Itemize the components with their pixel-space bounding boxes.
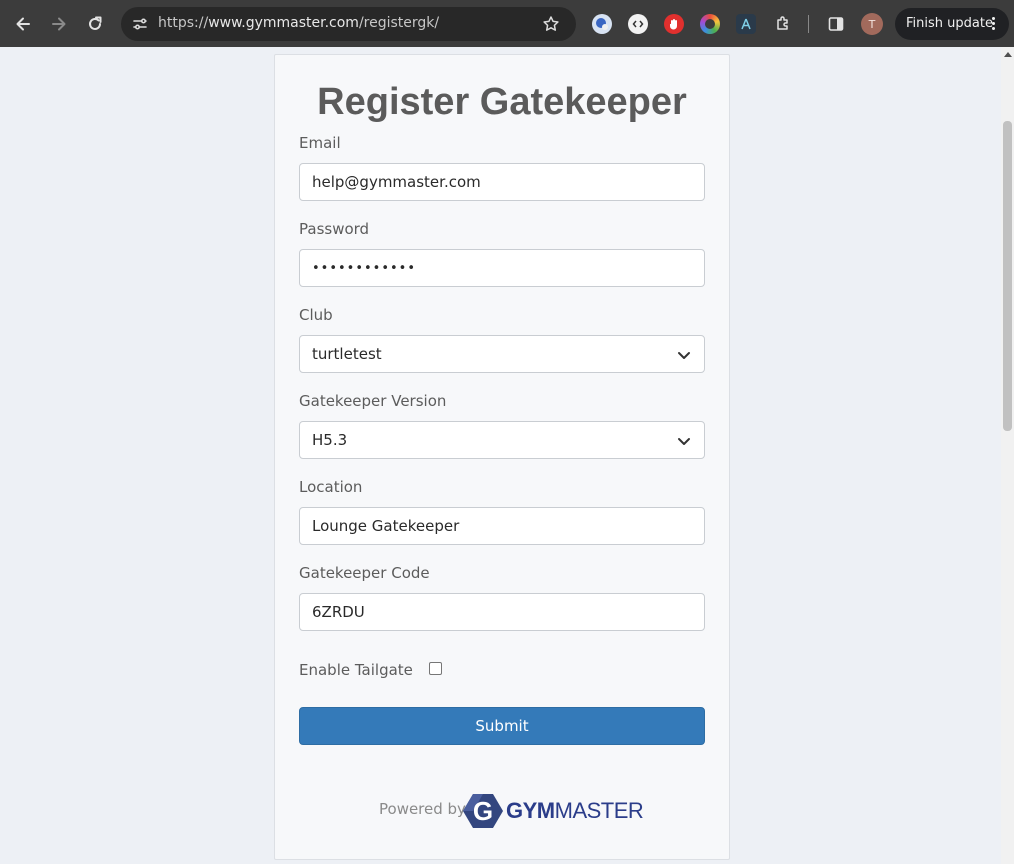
location-value: Lounge Gatekeeper bbox=[312, 517, 460, 535]
email-label: Email bbox=[299, 134, 341, 152]
club-value: turtletest bbox=[312, 345, 382, 363]
club-select[interactable]: turtletest bbox=[299, 335, 705, 373]
scroll-thumb[interactable] bbox=[1003, 121, 1012, 431]
url-path: /registergk/ bbox=[358, 15, 440, 31]
password-field[interactable]: •••••••••••• bbox=[299, 249, 705, 287]
gymmaster-hexagon-icon: G bbox=[463, 794, 503, 828]
location-label: Location bbox=[299, 478, 363, 496]
url-prefix: https:// bbox=[158, 15, 209, 31]
gymmaster-logo: G GYMMASTER bbox=[463, 791, 644, 831]
submit-button[interactable]: Submit bbox=[299, 707, 705, 745]
code-extension-icon[interactable] bbox=[628, 14, 648, 34]
version-select[interactable]: H5.3 bbox=[299, 421, 705, 459]
code-value: 6ZRDU bbox=[312, 603, 365, 621]
profile-avatar[interactable]: T bbox=[861, 13, 883, 35]
logo-gym: GYM bbox=[506, 798, 555, 823]
password-value: •••••••••••• bbox=[312, 261, 417, 276]
compass-extension-icon[interactable] bbox=[736, 14, 756, 34]
powered-by-text: Powered by bbox=[379, 800, 466, 818]
page-title: Register Gatekeeper bbox=[317, 81, 687, 123]
club-label: Club bbox=[299, 306, 333, 324]
site-info-icon[interactable] bbox=[129, 13, 151, 35]
version-label: Gatekeeper Version bbox=[299, 392, 447, 410]
finish-update-button[interactable]: Finish update bbox=[895, 8, 1009, 40]
finish-update-label: Finish update bbox=[906, 16, 993, 31]
email-value: help@gymmaster.com bbox=[312, 173, 481, 191]
location-field[interactable]: Lounge Gatekeeper bbox=[299, 507, 705, 545]
version-value: H5.3 bbox=[312, 431, 348, 449]
code-label: Gatekeeper Code bbox=[299, 564, 430, 582]
extensions-icon[interactable] bbox=[769, 10, 797, 38]
browser-toolbar: https://www.gymmaster.com/registergk/ T … bbox=[0, 0, 1014, 47]
page-scrollbar[interactable] bbox=[1001, 47, 1014, 864]
url-text: https://www.gymmaster.com/registergk/ bbox=[158, 15, 439, 31]
gatekeeper-code-field[interactable]: 6ZRDU bbox=[299, 593, 705, 631]
star-icon[interactable] bbox=[540, 13, 562, 35]
email-field[interactable]: help@gymmaster.com bbox=[299, 163, 705, 201]
url-host: www.gymmaster.com bbox=[208, 15, 359, 31]
chevron-down-icon bbox=[678, 438, 690, 445]
password-manager-extension-icon[interactable] bbox=[592, 14, 612, 34]
reload-icon[interactable] bbox=[81, 10, 109, 38]
more-icon[interactable] bbox=[992, 17, 996, 31]
hand-extension-icon[interactable] bbox=[664, 14, 684, 34]
forward-icon[interactable] bbox=[45, 10, 73, 38]
back-icon[interactable] bbox=[9, 10, 37, 38]
address-bar[interactable]: https://www.gymmaster.com/registergk/ bbox=[121, 7, 576, 41]
tailgate-label: Enable Tailgate bbox=[299, 661, 413, 679]
logo-wordmark: GYMMASTER bbox=[506, 798, 644, 824]
register-card: Register Gatekeeper Email help@gymmaster… bbox=[274, 54, 730, 860]
password-label: Password bbox=[299, 220, 370, 238]
logo-letter: G bbox=[473, 796, 493, 826]
chevron-down-icon bbox=[678, 352, 690, 359]
tailgate-checkbox[interactable] bbox=[429, 662, 442, 675]
logo-master: MASTER bbox=[554, 798, 644, 823]
side-panel-icon[interactable] bbox=[822, 10, 850, 38]
scroll-up-arrow-icon[interactable] bbox=[1004, 52, 1012, 57]
toolbar-separator bbox=[808, 15, 809, 33]
color-picker-extension-icon[interactable] bbox=[700, 14, 720, 34]
